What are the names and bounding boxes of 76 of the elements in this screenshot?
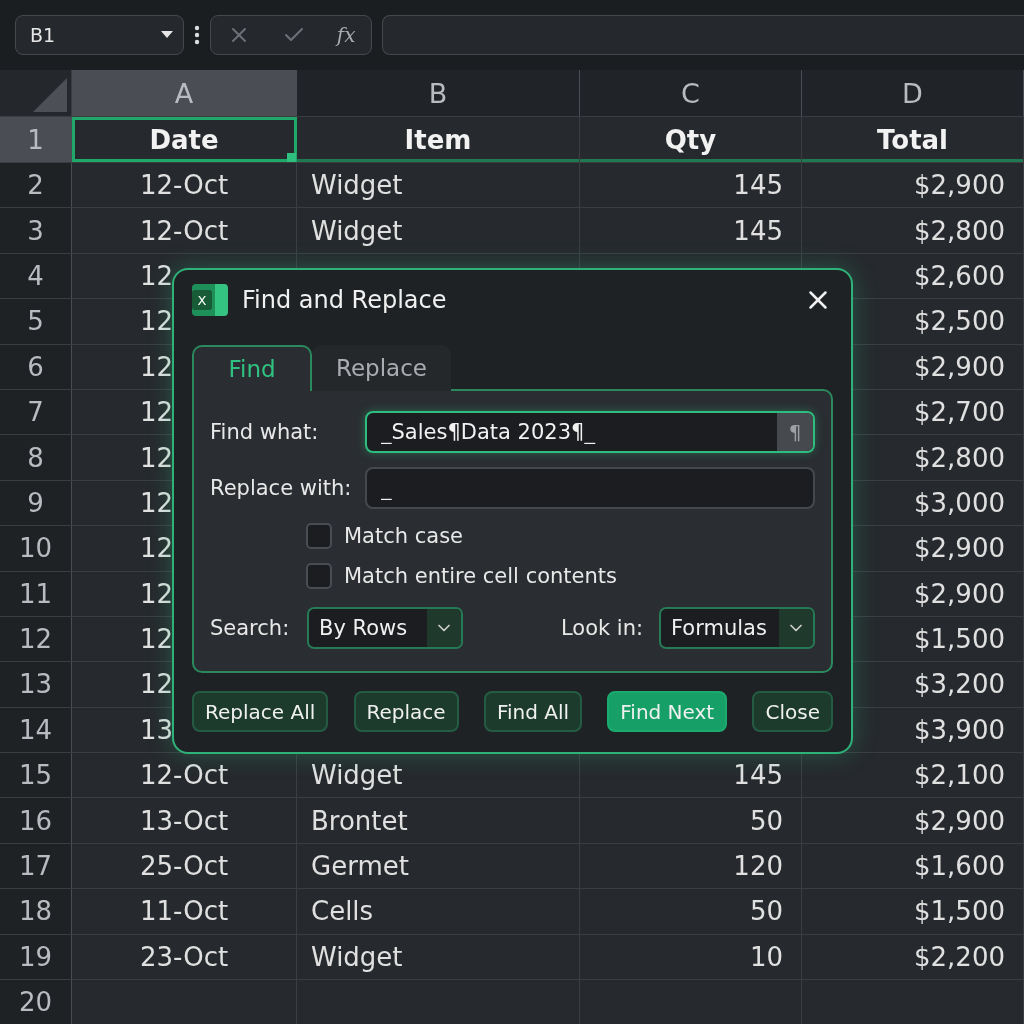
special-character-button[interactable]: ¶ (777, 413, 813, 451)
row-header[interactable]: 3 (0, 208, 72, 253)
row-header[interactable]: 20 (0, 980, 72, 1024)
select-all-icon[interactable] (33, 78, 67, 112)
table-cell: $2,200 (802, 934, 1024, 980)
dialog-button[interactable]: Replace All (192, 691, 329, 732)
row-header[interactable]: 10 (0, 526, 72, 571)
row-header[interactable]: 17 (0, 843, 72, 889)
row-header[interactable]: 19 (0, 934, 72, 980)
row-header[interactable]: 4 (0, 253, 72, 299)
dialog-button[interactable]: Find All (483, 691, 583, 732)
table-cell: 11-Oct (72, 889, 297, 934)
name-box[interactable]: B1 (15, 15, 184, 55)
checkbox[interactable] (306, 563, 332, 589)
table-cell: Cells (297, 889, 580, 934)
fill-handle[interactable] (287, 153, 296, 162)
replace-with-field[interactable]: _ (365, 467, 815, 509)
insert-function-button[interactable]: fx (336, 23, 356, 47)
dialog-button[interactable]: Close (752, 691, 833, 732)
table-cell: 50 (580, 798, 802, 843)
row-header[interactable]: 6 (0, 344, 72, 389)
row-header[interactable]: 2 (0, 163, 72, 208)
table-cell: 12-Oct (72, 163, 297, 208)
column-title: Total (802, 117, 1024, 162)
column-title: Date (72, 117, 297, 162)
table-cell: Widget (297, 934, 580, 980)
row-header[interactable]: 11 (0, 571, 72, 616)
table-cell: $2,800 (802, 208, 1024, 253)
row-header[interactable]: 8 (0, 435, 72, 480)
table-cell: $1,600 (802, 843, 1024, 889)
row-header[interactable]: 18 (0, 889, 72, 934)
row-header[interactable]: 1 (0, 117, 72, 162)
table-cell: Widget (297, 208, 580, 253)
row-header[interactable]: 9 (0, 480, 72, 526)
dialog-button[interactable]: Replace (353, 691, 459, 732)
formula-field[interactable] (382, 15, 1024, 55)
dropdown-icon (161, 31, 173, 39)
field-label: Search: (210, 616, 291, 640)
table-cell: $2,900 (802, 798, 1024, 843)
table-cell: 145 (580, 163, 802, 208)
dialog-tab[interactable]: Find (192, 345, 312, 391)
more-icon[interactable] (194, 25, 200, 45)
row-header[interactable]: 15 (0, 753, 72, 798)
search-dropdown[interactable]: By Rows (307, 607, 463, 649)
row-header[interactable]: 5 (0, 299, 72, 344)
table-cell: Germet (297, 843, 580, 889)
table-cell: Brontet (297, 798, 580, 843)
column-header[interactable]: C (580, 70, 802, 116)
checkbox-label: Match case (344, 524, 464, 548)
row-header[interactable]: 13 (0, 662, 72, 707)
column-header[interactable]: D (802, 70, 1024, 116)
table-cell: 50 (580, 889, 802, 934)
table-cell: 13-Oct (72, 798, 297, 843)
table-cell: 145 (580, 208, 802, 253)
row-header[interactable]: 7 (0, 389, 72, 435)
table-cell: Widget (297, 163, 580, 208)
column-header[interactable]: B (297, 70, 580, 116)
table-cell: 10 (580, 934, 802, 980)
spreadsheet-app-icon: X (192, 284, 228, 316)
dialog-tab[interactable]: Replace (312, 345, 451, 391)
table-cell: 25-Oct (72, 843, 297, 889)
row-header[interactable]: 12 (0, 616, 72, 662)
table-cell: $1,500 (802, 889, 1024, 934)
checkbox[interactable] (306, 523, 332, 549)
table-cell: $2,900 (802, 163, 1024, 208)
table-cell: 120 (580, 843, 802, 889)
column-title: Item (297, 117, 580, 162)
field-label: Look in: (561, 616, 645, 640)
row-header[interactable]: 14 (0, 707, 72, 753)
table-cell: 12-Oct (72, 208, 297, 253)
table-cell: 23-Oct (72, 934, 297, 980)
row-header[interactable]: 16 (0, 798, 72, 843)
column-title: Qty (580, 117, 802, 162)
column-header[interactable]: A (72, 70, 297, 116)
checkbox-label: Match entire cell contents (344, 564, 617, 588)
look-in-dropdown[interactable]: Formulas (659, 607, 815, 649)
